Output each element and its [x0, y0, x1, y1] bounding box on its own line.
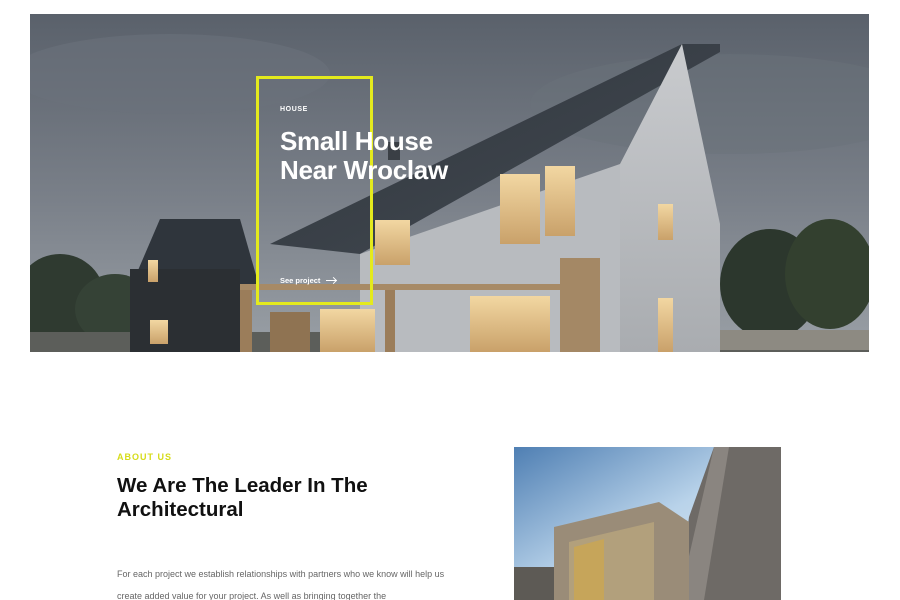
hero-accent-frame	[256, 76, 373, 305]
about-paragraph: For each project we establish relationsh…	[117, 569, 445, 600]
hero-category-label: HOUSE	[280, 106, 308, 113]
about-heading: We Are The Leader In The Architectural	[117, 474, 368, 521]
see-project-link[interactable]: See project	[280, 276, 337, 285]
about-architecture-image	[514, 447, 781, 600]
hero-banner: HOUSE Small House Near Wroclaw See proje…	[30, 14, 869, 352]
see-project-label: See project	[280, 276, 321, 285]
hero-title: Small House Near Wroclaw	[280, 126, 448, 185]
about-eyebrow: ABOUT US	[117, 452, 172, 462]
arrow-right-icon	[326, 280, 337, 281]
